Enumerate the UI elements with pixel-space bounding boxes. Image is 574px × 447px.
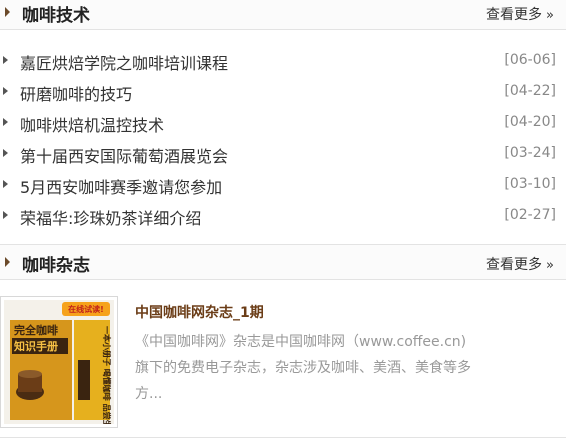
news-date: [02-27] bbox=[504, 207, 556, 223]
bullet-icon bbox=[3, 180, 8, 188]
cover-title-1: 完全咖啡 bbox=[14, 323, 58, 337]
news-date: [03-24] bbox=[504, 145, 556, 161]
section-title: 咖啡杂志 bbox=[22, 256, 90, 276]
list-item: 研磨咖啡的技巧 [04-22] bbox=[0, 76, 566, 107]
divider bbox=[0, 437, 566, 438]
list-item: 5月西安咖啡赛季邀请您参加 [03-10] bbox=[0, 169, 566, 200]
bullet-icon bbox=[3, 118, 8, 126]
list-item: 第十届西安国际葡萄酒展览会 [03-24] bbox=[0, 138, 566, 169]
list-item: 咖啡烘焙机温控技术 [04-20] bbox=[0, 107, 566, 138]
section-arrow-icon bbox=[5, 7, 10, 17]
news-link[interactable]: 咖啡烘焙机温控技术 bbox=[20, 112, 164, 136]
view-more-label: 查看更多 bbox=[486, 7, 543, 23]
double-chevron-right-icon: » bbox=[546, 258, 554, 273]
news-link[interactable]: 研磨咖啡的技巧 bbox=[20, 81, 132, 105]
view-more-link[interactable]: 查看更多» bbox=[486, 254, 554, 274]
magazine-cover-image[interactable]: 在线试读! 完全咖啡 知识手册 一本小册子 喝懂咖啡 品尝生活 bbox=[0, 296, 118, 428]
bullet-icon bbox=[3, 87, 8, 95]
cover-title-2: 知识手册 bbox=[13, 339, 58, 353]
view-more-link[interactable]: 查看更多» bbox=[486, 4, 554, 24]
news-link[interactable]: 荣福华:珍珠奶茶详细介绍 bbox=[20, 205, 201, 229]
news-link[interactable]: 第十届西安国际葡萄酒展览会 bbox=[20, 143, 228, 167]
cover-side-text: 一本小册子 喝懂咖啡 品尝生活 bbox=[102, 326, 112, 424]
news-date: [03-10] bbox=[504, 176, 556, 192]
news-link[interactable]: 嘉匠烘焙学院之咖啡培训课程 bbox=[20, 50, 228, 74]
coffee-magazine-header: 咖啡杂志 查看更多» bbox=[0, 244, 566, 280]
news-date: [04-20] bbox=[504, 114, 556, 130]
view-more-label: 查看更多 bbox=[486, 257, 543, 273]
double-chevron-right-icon: » bbox=[546, 8, 554, 23]
news-date: [06-06] bbox=[504, 52, 556, 68]
magazine-description: 《中国咖啡网》杂志是中国咖啡网（www.coffee.cn)旗下的免费电子杂志，… bbox=[135, 334, 471, 402]
magazine-title-link[interactable]: 中国咖啡网杂志_1期 bbox=[135, 302, 264, 322]
list-item: 嘉匠烘焙学院之咖啡培训课程 [06-06] bbox=[0, 45, 566, 76]
list-item: 荣福华:珍珠奶茶详细介绍 [02-27] bbox=[0, 200, 566, 231]
cover-badge: 在线试读! bbox=[68, 304, 104, 314]
news-link[interactable]: 5月西安咖啡赛季邀请您参加 bbox=[20, 174, 222, 198]
news-list: 嘉匠烘焙学院之咖啡培训课程 [06-06] 研磨咖啡的技巧 [04-22] 咖啡… bbox=[0, 45, 566, 231]
bullet-icon bbox=[3, 211, 8, 219]
bullet-icon bbox=[3, 149, 8, 157]
bullet-icon bbox=[3, 56, 8, 64]
coffee-tech-header: 咖啡技术 查看更多» bbox=[0, 0, 566, 30]
section-title: 咖啡技术 bbox=[22, 6, 90, 26]
section-arrow-icon bbox=[5, 257, 10, 267]
news-date: [04-22] bbox=[504, 83, 556, 99]
magazine-card: 在线试读! 完全咖啡 知识手册 一本小册子 喝懂咖啡 品尝生活 中国咖啡网杂志_… bbox=[0, 296, 566, 430]
magazine-cover-art: 在线试读! 完全咖啡 知识手册 一本小册子 喝懂咖啡 品尝生活 bbox=[4, 300, 114, 424]
